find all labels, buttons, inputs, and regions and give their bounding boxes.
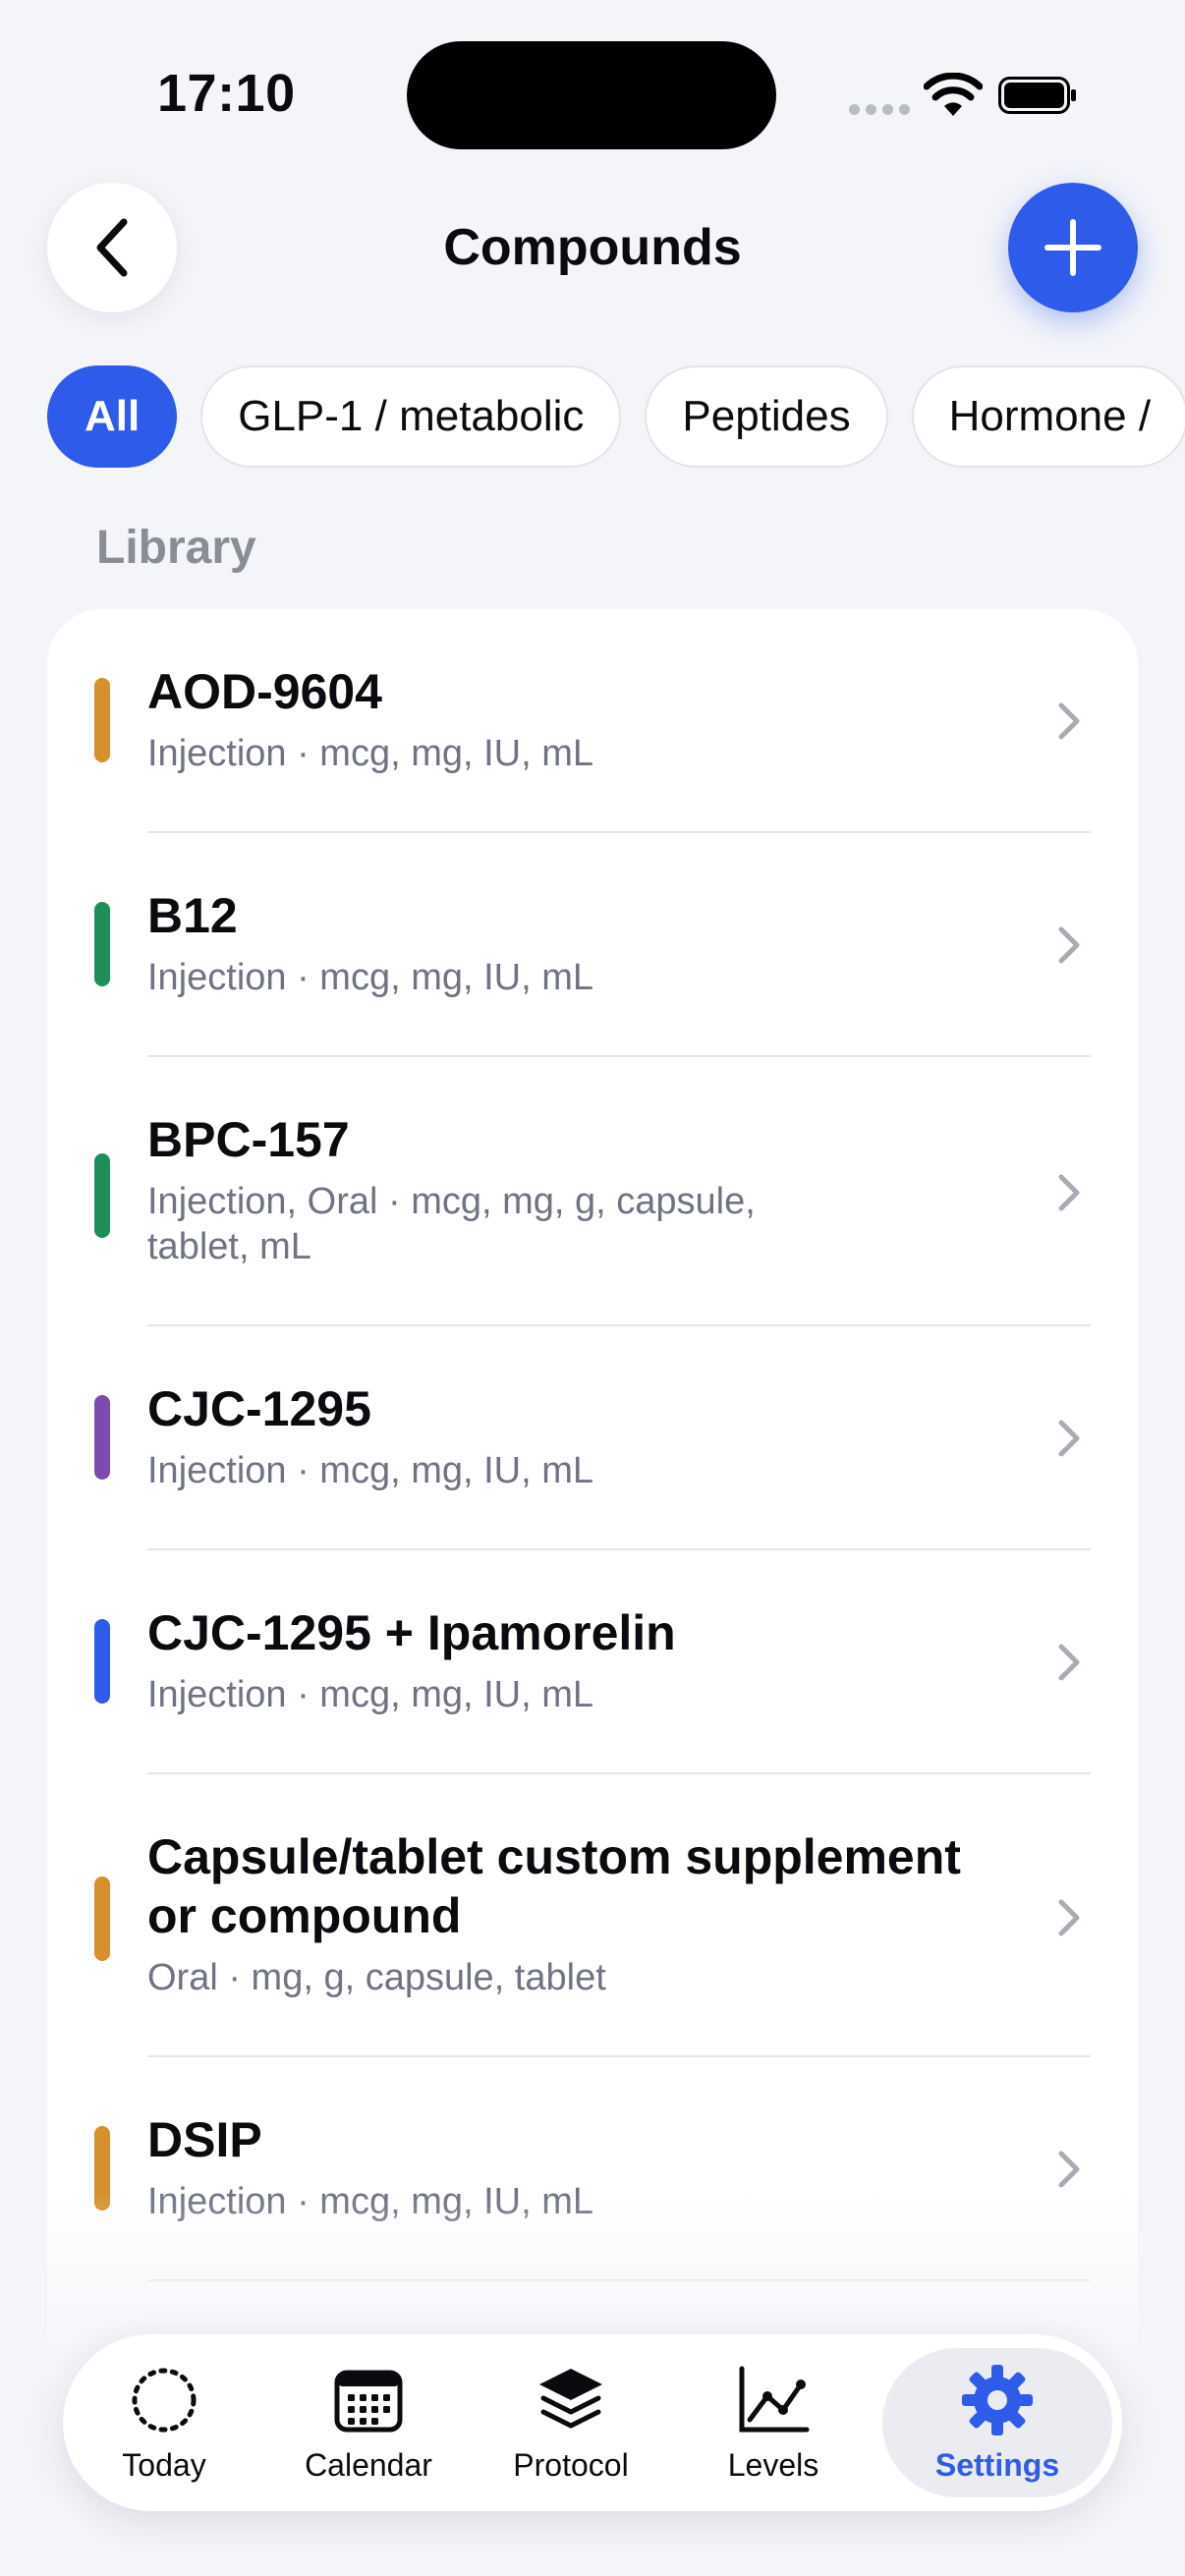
list-item-cjc-1295[interactable]: CJC-1295 Injection · mcg, mg, IU, mL <box>47 1326 1138 1550</box>
category-color-bar <box>94 1876 110 1961</box>
compound-meta: Injection, Oral · mcg, mg, g, capsule, <box>147 1181 756 1222</box>
category-color-bar <box>94 902 110 986</box>
compound-name: DSIP <box>147 2112 262 2167</box>
filter-chip-all[interactable]: All <box>47 365 178 468</box>
filter-chip-peptides[interactable]: Peptides <box>645 365 888 468</box>
chevron-right-icon <box>1058 1644 1080 1681</box>
compound-name: BPC-157 <box>147 1112 350 1167</box>
chevron-right-icon <box>1058 926 1080 964</box>
tab-levels[interactable]: Levels <box>692 2334 855 2511</box>
chevron-right-icon <box>1058 1174 1080 1211</box>
compound-meta-continued: tablet, mL <box>147 1226 311 1267</box>
tab-bar: Today Calendar Protocol Levels Settings <box>63 2334 1122 2511</box>
progress-ring-icon <box>132 2368 197 2432</box>
compound-name-continued: or compound <box>147 1888 462 1943</box>
category-color-bar <box>94 1619 110 1704</box>
category-filter-bar[interactable]: All GLP-1 / metabolic Peptides Hormone / <box>47 365 1185 468</box>
category-color-bar <box>94 1153 110 1238</box>
compound-meta: Injection · mcg, mg, IU, mL <box>147 1450 594 1491</box>
compound-name: CJC-1295 + Ipamorelin <box>147 1605 676 1660</box>
list-item-bpc-157[interactable]: BPC-157 Injection, Oral · mcg, mg, g, ca… <box>47 1057 1138 1326</box>
category-color-bar <box>94 1395 110 1480</box>
filter-chip-hormone[interactable]: Hormone / <box>911 365 1185 468</box>
add-compound-button[interactable] <box>1008 183 1138 312</box>
line-chart-icon <box>739 2366 810 2432</box>
tab-today[interactable]: Today <box>83 2334 246 2511</box>
tab-calendar[interactable]: Calendar <box>287 2334 450 2511</box>
category-color-bar <box>94 678 110 762</box>
tab-label: Protocol <box>513 2446 629 2483</box>
tab-label: Settings <box>934 2446 1060 2483</box>
chevron-right-icon <box>1058 1899 1080 1936</box>
filter-chip-glp1-metabolic[interactable]: GLP-1 / metabolic <box>200 365 622 468</box>
section-label-library: Library <box>96 522 256 574</box>
compound-name: Capsule/tablet custom supplement <box>147 1829 961 1884</box>
tab-settings[interactable]: Settings <box>882 2348 1112 2497</box>
status-time: 17:10 <box>157 64 296 123</box>
compound-meta: Injection · mcg, mg, IU, mL <box>147 957 594 998</box>
wifi-icon <box>924 73 983 116</box>
chevron-right-icon <box>1058 702 1080 740</box>
stack-layers-icon <box>539 2368 602 2428</box>
tab-protocol[interactable]: Protocol <box>489 2334 652 2511</box>
compound-meta: Injection · mcg, mg, IU, mL <box>147 733 594 774</box>
dynamic-island <box>407 41 776 149</box>
list-item-custom-capsule-tablet[interactable]: Capsule/tablet custom supplement or comp… <box>47 1774 1138 2057</box>
tab-label: Levels <box>727 2446 819 2483</box>
compound-meta: Oral · mg, g, capsule, tablet <box>147 1957 606 1998</box>
compound-name: CJC-1295 <box>147 1381 371 1436</box>
list-item-b12[interactable]: B12 Injection · mcg, mg, IU, mL <box>47 833 1138 1057</box>
compound-name: B12 <box>147 888 238 943</box>
status-bar: 17:10 <box>0 0 1185 187</box>
compound-name: AOD-9604 <box>147 664 382 719</box>
chevron-right-icon <box>1058 1420 1080 1457</box>
calendar-icon <box>334 2370 403 2432</box>
tab-label: Calendar <box>305 2446 432 2483</box>
chevron-right-icon <box>1058 2151 1080 2188</box>
list-item-cjc-1295-ipamorelin[interactable]: CJC-1295 + Ipamorelin Injection · mcg, m… <box>47 1550 1138 1774</box>
tab-label: Today <box>122 2446 206 2483</box>
cellular-signal-icon <box>849 104 910 115</box>
battery-icon <box>998 77 1076 114</box>
list-item-aod-9604[interactable]: AOD-9604 Injection · mcg, mg, IU, mL <box>47 609 1138 833</box>
gear-icon <box>962 2364 1033 2436</box>
compound-meta: Injection · mcg, mg, IU, mL <box>147 1674 594 1715</box>
plus-icon <box>1044 219 1101 276</box>
